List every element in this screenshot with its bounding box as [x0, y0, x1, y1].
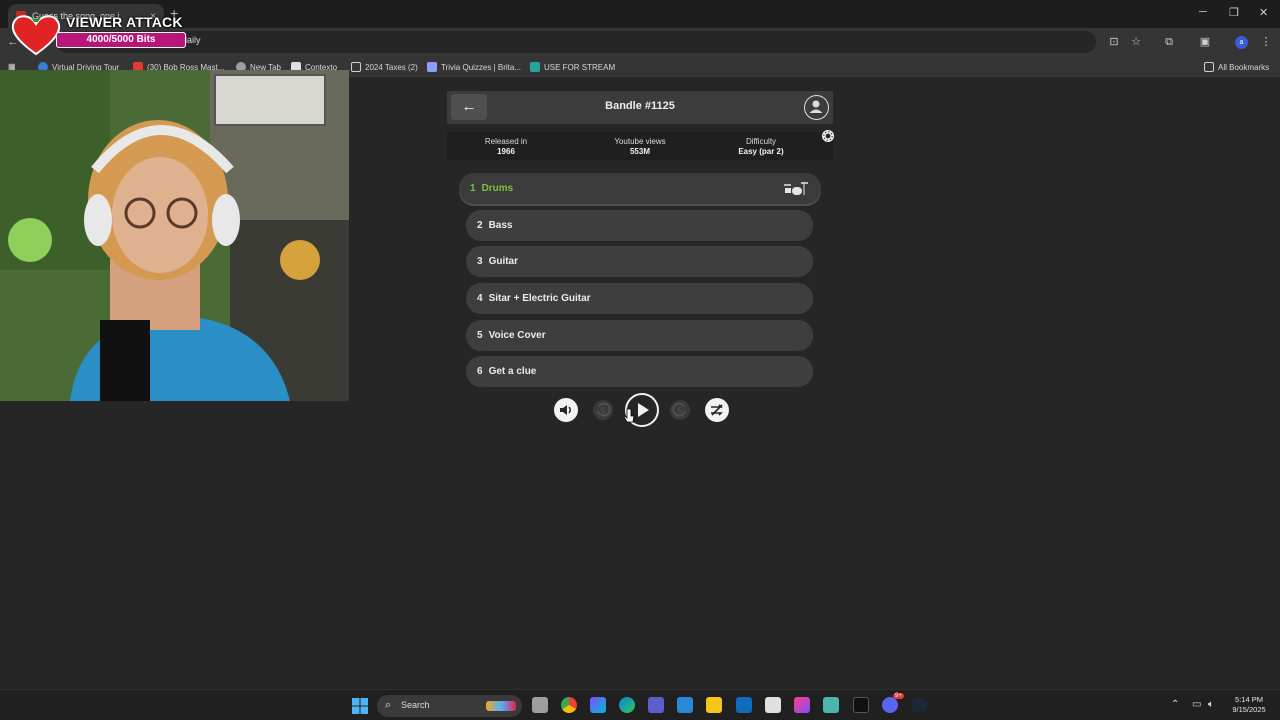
volume-button[interactable]: [554, 398, 578, 422]
store-icon[interactable]: [765, 697, 781, 713]
browser-menu-icon[interactable]: ⋮: [1259, 35, 1273, 49]
restore-button[interactable]: ❐: [1229, 6, 1239, 19]
file-explorer-icon[interactable]: [706, 697, 722, 713]
forward-5-button[interactable]: 5: [668, 398, 692, 422]
mouse-cursor-icon: [624, 408, 635, 423]
search-icon: ⌕: [385, 699, 392, 711]
discord-icon[interactable]: [882, 697, 898, 713]
skip-button[interactable]: [705, 398, 729, 422]
stream-icon: [530, 62, 540, 72]
tray-chevron-icon[interactable]: ⌃: [1171, 699, 1179, 710]
network-icon[interactable]: ▭: [1192, 699, 1201, 710]
folder-icon: [1204, 62, 1214, 72]
viewer-attack-widget: VIEWER ATTACK 4000/5000 Bits: [8, 8, 186, 58]
track-1-drums[interactable]: 1 Drums: [459, 173, 821, 204]
teams-icon[interactable]: [648, 697, 664, 713]
viewer-attack-title: VIEWER ATTACK: [66, 14, 183, 30]
discord-notification-badge: 9+: [893, 693, 904, 699]
browser-tab-strip: Guess the song, one i × + ─ ❐ ✕: [0, 0, 1280, 28]
bookmark-item[interactable]: USE FOR STREAM: [530, 62, 615, 72]
bits-progress-text: 4000/5000 Bits: [86, 34, 156, 45]
microsoft-365-icon[interactable]: [794, 697, 810, 713]
skip-shuffle-icon: [711, 404, 723, 416]
track-3-guitar[interactable]: 3 Guitar: [466, 246, 813, 277]
search-placeholder: Search: [401, 700, 430, 710]
copilot-icon[interactable]: [590, 697, 606, 713]
bits-progress-bar: 4000/5000 Bits: [56, 32, 186, 48]
rewind-seconds: 5: [601, 407, 606, 416]
rewind-5-button[interactable]: 5: [591, 398, 615, 422]
capcut-icon[interactable]: [853, 697, 869, 713]
edge-icon[interactable]: [619, 697, 635, 713]
minimize-button[interactable]: ─: [1199, 6, 1207, 18]
forward-icon: 5: [670, 400, 690, 420]
windows-taskbar: ⌕ Search 9+ ⌃ ▭ 🔈︎ 5:14 PM 9/15/2025: [0, 689, 1280, 720]
game-header: ← Bandle #1125: [447, 91, 833, 124]
settings-gear-icon[interactable]: [821, 129, 835, 143]
windows-start-icon[interactable]: [352, 698, 368, 714]
folder-icon: [351, 62, 361, 72]
info-released: Released in 1966: [484, 137, 528, 156]
search-highlight-icon: [486, 701, 516, 711]
user-account-button[interactable]: [804, 95, 829, 120]
outlook-icon[interactable]: [736, 697, 752, 713]
side-panel-icon[interactable]: ▣: [1198, 35, 1212, 49]
bookmark-star-icon[interactable]: ☆: [1129, 35, 1143, 49]
close-window-button[interactable]: ✕: [1259, 6, 1268, 19]
track-2-bass[interactable]: 2 Bass: [466, 210, 813, 241]
info-youtube-views: Youtube views 553M: [614, 137, 666, 156]
user-icon: [809, 100, 823, 113]
app-window-icon[interactable]: [823, 697, 839, 713]
steam-icon[interactable]: [911, 697, 927, 713]
volume-tray-icon[interactable]: 🔈︎: [1208, 699, 1214, 710]
forward-seconds: 5: [678, 407, 683, 416]
trivia-icon: [427, 62, 437, 72]
address-bar[interactable]: daily: [56, 31, 1096, 53]
chrome-icon[interactable]: [561, 697, 577, 713]
drum-kit-icon: [784, 182, 808, 195]
streamer-webcam-image: [0, 70, 349, 401]
song-info-bar: Released in 1966 Youtube views 553M Diff…: [447, 132, 833, 160]
webcam-feed: [0, 70, 349, 401]
browser-toolbar: ← daily ⊡ ☆ ⧉ ▣ a ⋮: [0, 28, 1280, 56]
task-view-icon[interactable]: [532, 697, 548, 713]
track-6-get-a-clue[interactable]: 6 Get a clue: [466, 356, 813, 387]
game-title: Bandle #1125: [605, 100, 675, 112]
extensions-icon[interactable]: ⧉: [1162, 35, 1176, 49]
info-difficulty: Difficulty Easy (par 2): [738, 137, 784, 156]
taskbar-search[interactable]: ⌕ Search: [377, 695, 522, 717]
track-4-sitar-electric-guitar[interactable]: 4 Sitar + Electric Guitar: [466, 283, 813, 314]
speaker-icon: [560, 405, 571, 415]
photos-icon[interactable]: [677, 697, 693, 713]
bookmark-item[interactable]: Trivia Quizzes | Brita...: [427, 62, 521, 72]
rewind-icon: 5: [593, 400, 613, 420]
taskbar-clock[interactable]: 5:14 PM 9/15/2025: [1224, 695, 1274, 715]
all-bookmarks-folder[interactable]: All Bookmarks: [1204, 62, 1269, 72]
track-5-voice-cover[interactable]: 5 Voice Cover: [466, 320, 813, 351]
install-app-icon[interactable]: ⊡: [1107, 35, 1121, 49]
bookmark-folder[interactable]: 2024 Taxes (2): [351, 62, 418, 72]
profile-avatar[interactable]: a: [1235, 36, 1248, 49]
